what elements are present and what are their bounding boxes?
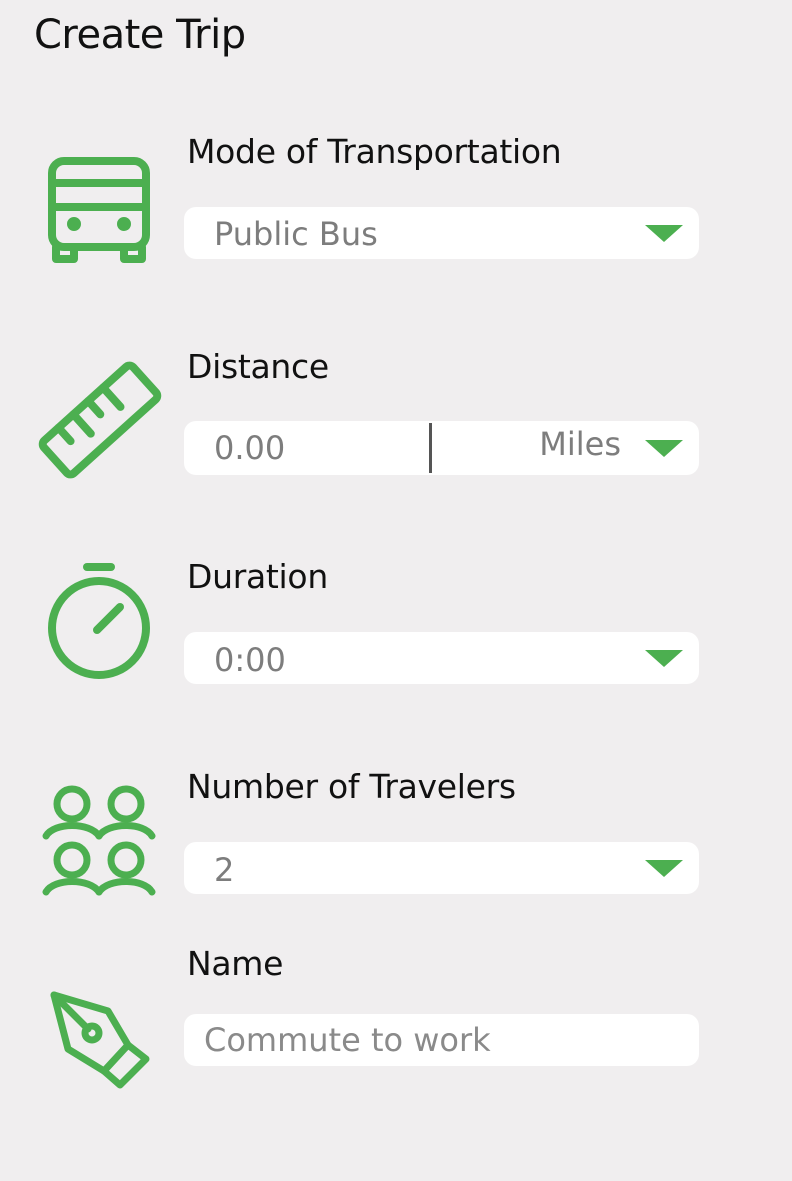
people-icon bbox=[40, 782, 160, 897]
ruler-icon bbox=[38, 360, 163, 480]
travelers-label: Number of Travelers bbox=[187, 767, 516, 806]
page-title: Create Trip bbox=[34, 12, 246, 58]
stopwatch-icon bbox=[45, 562, 155, 684]
distance-label: Distance bbox=[187, 347, 329, 386]
name-field bbox=[184, 1014, 699, 1066]
name-label: Name bbox=[187, 944, 284, 983]
chevron-down-icon[interactable] bbox=[645, 650, 683, 667]
mode-value: Public Bus bbox=[214, 215, 378, 253]
mode-select[interactable]: Public Bus bbox=[184, 207, 699, 259]
mode-label: Mode of Transportation bbox=[187, 132, 562, 171]
distance-input[interactable]: 0.00 bbox=[214, 429, 285, 467]
name-input[interactable] bbox=[184, 1014, 699, 1066]
bus-icon bbox=[46, 155, 156, 270]
distance-field: 0.00 Miles bbox=[184, 421, 699, 475]
travelers-value: 2 bbox=[214, 851, 235, 889]
duration-value: 0:00 bbox=[214, 641, 286, 679]
chevron-down-icon[interactable] bbox=[645, 225, 683, 242]
travelers-select[interactable]: 2 bbox=[184, 842, 699, 894]
chevron-down-icon[interactable] bbox=[645, 440, 683, 457]
distance-divider bbox=[429, 423, 432, 473]
chevron-down-icon[interactable] bbox=[645, 860, 683, 877]
duration-label: Duration bbox=[187, 557, 328, 596]
pen-nib-icon bbox=[46, 987, 156, 1095]
distance-unit-value[interactable]: Miles bbox=[539, 425, 621, 463]
duration-select[interactable]: 0:00 bbox=[184, 632, 699, 684]
